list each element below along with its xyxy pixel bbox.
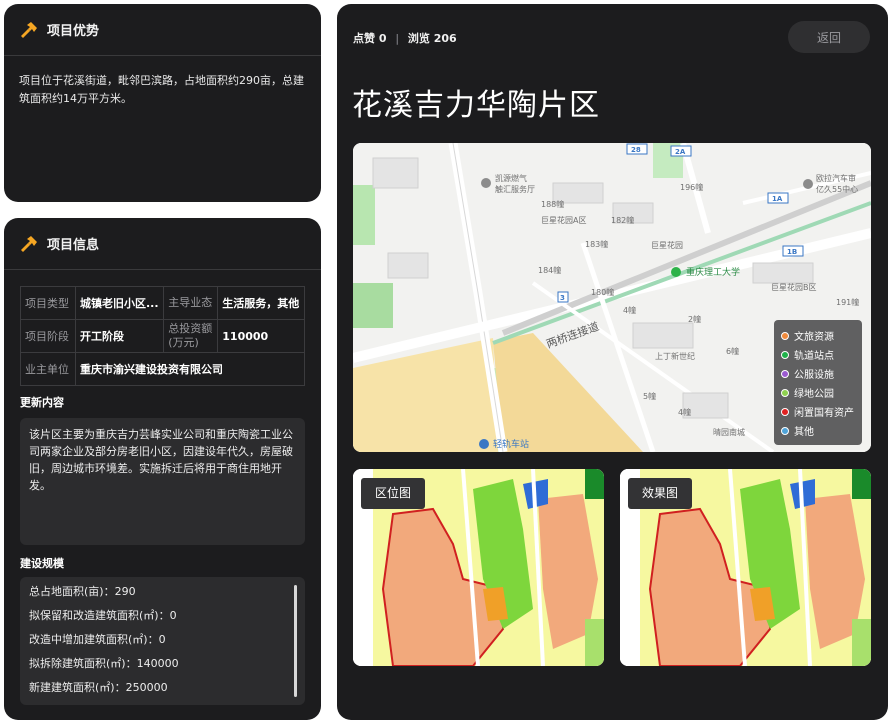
location-plan-thumbnail[interactable]: 区位图: [353, 469, 604, 666]
map-label: 巨星花园B区: [771, 282, 817, 292]
location-map[interactable]: 凯源燃气 触汇服务厅 188幢 巨星花园A区 182幢 183幢 巨星花园 18…: [353, 143, 871, 452]
map-label: 4幢: [678, 407, 691, 417]
back-button[interactable]: 返回: [788, 21, 870, 53]
map-label: 巨星花园: [651, 240, 683, 250]
legend-item-other[interactable]: 其他: [781, 421, 855, 440]
owner-value: 重庆市渝兴建设投资有限公司: [75, 352, 305, 386]
list-item: 改造中增加建筑面积(㎡)：0: [29, 633, 166, 646]
project-detail-panel: 点赞 0 | 浏览 206 返回 花溪吉力华陶片区 凯源燃气 触汇服务厅 188…: [337, 4, 888, 720]
map-label: 183幢: [585, 239, 608, 249]
table-row: 业主单位 重庆市渝兴建设投资有限公司: [20, 352, 305, 386]
construction-scale-list[interactable]: 总占地面积(亩)：290 拟保留和改造建筑面积(㎡)：0 改造中增加建筑面积(㎡…: [20, 577, 305, 705]
map-label: 180幢: [591, 287, 614, 297]
legend-dot: [781, 388, 789, 397]
route-shield-label: 1B: [787, 248, 797, 256]
legend-label: 绿地公园: [794, 389, 834, 400]
project-stage-label: 项目阶段: [20, 319, 76, 353]
map-label: 巨星花园A区: [541, 215, 586, 225]
route-shield-label: 1A: [772, 195, 783, 203]
construction-scale-label: 建设规模: [20, 557, 64, 570]
investment-label: 总投资额(万元): [163, 319, 219, 353]
business-label: 主导业态: [163, 286, 219, 320]
map-label: 188幢: [541, 199, 564, 209]
legend-dot: [781, 331, 789, 340]
map-legend: 文旅资源 轨道站点 公服设施 绿地公园 闲置国有资产 其他: [774, 320, 862, 445]
investment-value: 110000: [217, 319, 305, 353]
map-label: 上丁新世纪: [655, 351, 695, 361]
project-advantage-panel: 项目优势 项目位于花溪街道，毗邻巴滨路，占地面积约290亩，总建筑面积约14万平…: [4, 4, 321, 202]
legend-dot: [781, 426, 789, 435]
map-label: 亿久55中心: [816, 184, 858, 194]
project-type-text: 城镇老旧小区...: [80, 297, 159, 310]
tools-icon: [19, 234, 39, 254]
legend-label: 轨道站点: [794, 351, 834, 362]
legend-item-tourism[interactable]: 文旅资源: [781, 326, 855, 345]
list-item: 拟拆除建筑面积(㎡)：140000: [29, 657, 179, 670]
project-info-title: 项目信息: [47, 238, 100, 253]
stats-separator: |: [395, 32, 400, 45]
route-shield-label: 28: [631, 146, 641, 154]
map-label: 5幢: [643, 391, 656, 401]
legend-label: 公服设施: [794, 370, 834, 381]
legend-item-idle-assets[interactable]: 闲置国有资产: [781, 402, 855, 421]
project-info-header: 项目信息: [4, 218, 321, 270]
project-type-value: 城镇老旧小区...: [74, 286, 165, 320]
map-label: 轻轨车站: [493, 438, 529, 450]
legend-item-green[interactable]: 绿地公园: [781, 383, 855, 402]
legend-label: 其他: [794, 427, 814, 438]
map-label: 晴园南城: [713, 427, 745, 437]
legend-label: 文旅资源: [794, 332, 834, 343]
list-item: 拟保留和改造建筑面积(㎡)：0: [29, 609, 177, 622]
project-info-table: 项目类型 城镇老旧小区... 主导业态 生活服务，其他 项目阶段 开工阶段 总投…: [20, 286, 305, 386]
map-label: 191幢: [836, 297, 859, 307]
project-title: 花溪吉力华陶片区: [352, 88, 600, 123]
map-label: 184幢: [538, 265, 561, 275]
legend-item-public[interactable]: 公服设施: [781, 364, 855, 383]
likes-count: 0: [378, 32, 387, 45]
map-label: 2幢: [688, 314, 701, 324]
map-label: 4幢: [623, 305, 636, 315]
rendering-thumbnail[interactable]: 效果图: [620, 469, 871, 666]
project-stage-value: 开工阶段: [74, 319, 165, 353]
update-content-text: 该片区主要为重庆吉力芸峰实业公司和重庆陶瓷工业公司两家企业及部分房老旧小区，因建…: [20, 418, 305, 545]
project-advantage-header: 项目优势: [4, 4, 321, 56]
list-item: 新建建筑面积(㎡)：250000: [29, 681, 168, 694]
map-label: 6幢: [726, 346, 739, 356]
legend-dot: [781, 369, 789, 378]
map-label: 182幢: [611, 215, 634, 225]
scrollbar[interactable]: [294, 585, 297, 697]
stats-bar: 点赞 0 | 浏览 206: [353, 30, 457, 46]
update-content-label: 更新内容: [20, 396, 64, 409]
tools-icon: [19, 20, 39, 40]
views-label: 浏览: [407, 32, 430, 45]
legend-item-rail[interactable]: 轨道站点: [781, 345, 855, 364]
legend-label: 闲置国有资产: [794, 408, 854, 419]
project-advantage-text: 项目位于花溪街道，毗邻巴滨路，占地面积约290亩，总建筑面积约14万平方米。: [19, 74, 304, 105]
legend-dot: [781, 407, 789, 416]
project-type-label: 项目类型: [20, 286, 76, 320]
legend-dot: [781, 350, 789, 359]
likes-label: 点赞: [353, 32, 375, 45]
business-value: 生活服务，其他: [217, 286, 305, 320]
map-label: 欧拉汽车审: [816, 173, 856, 183]
map-label: 重庆理工大学: [686, 266, 740, 278]
table-row: 项目阶段 开工阶段 总投资额(万元) 110000: [20, 319, 305, 353]
project-info-panel: 项目信息 项目类型 城镇老旧小区... 主导业态 生活服务，其他 项目阶段 开工…: [4, 218, 321, 720]
route-shield-label: 2A: [675, 148, 686, 156]
project-advantage-title: 项目优势: [47, 24, 100, 39]
rendering-label: 效果图: [628, 478, 693, 509]
list-item: 总占地面积(亩)：290: [29, 585, 136, 598]
map-label: 触汇服务厅: [495, 184, 535, 194]
route-shield-label: 3: [560, 294, 565, 302]
map-label: 凯源燃气: [495, 173, 527, 183]
views-count: 206: [433, 32, 457, 45]
owner-label: 业主单位: [20, 352, 76, 386]
location-plan-label: 区位图: [361, 478, 426, 509]
map-label: 196幢: [680, 182, 703, 192]
table-row: 项目类型 城镇老旧小区... 主导业态 生活服务，其他: [20, 286, 305, 320]
